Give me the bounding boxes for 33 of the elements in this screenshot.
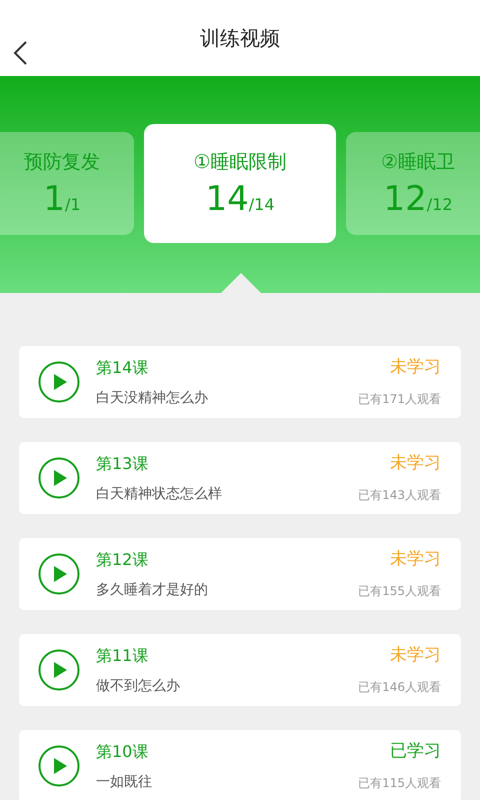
view-count: 已有115人观看 — [358, 774, 441, 792]
lesson-title: 做不到怎么办 — [96, 677, 180, 696]
lesson-card[interactable]: 第11课 未学习 做不到怎么办 已有146人观看 — [19, 634, 461, 706]
module-tab[interactable]: ①睡眠限制 14/14 — [144, 124, 336, 243]
lesson-number: 第14课 — [96, 356, 148, 378]
lesson-number: 第13课 — [96, 452, 148, 474]
lesson-number: 第12课 — [96, 548, 148, 570]
pointer-arrow — [221, 273, 261, 293]
study-status: 未学习 — [390, 452, 441, 475]
lesson-title: 多久睡着才是好的 — [96, 581, 208, 600]
study-status: 未学习 — [390, 356, 441, 379]
view-count: 已有146人观看 — [358, 678, 441, 696]
lesson-number: 第11课 — [96, 644, 148, 666]
study-status: 已学习 — [390, 740, 441, 763]
study-status: 未学习 — [390, 644, 441, 667]
play-icon — [38, 361, 80, 403]
lesson-card[interactable]: 第10课 已学习 一如既往 已有115人观看 — [19, 730, 461, 800]
lesson-title: 白天精神状态怎么样 — [96, 485, 222, 504]
view-count: 已有171人观看 — [358, 390, 441, 408]
play-icon — [38, 745, 80, 787]
play-icon — [38, 457, 80, 499]
page-title: 训练视频 — [200, 25, 280, 52]
lesson-card[interactable]: 第13课 未学习 白天精神状态怎么样 已有143人观看 — [19, 442, 461, 514]
lesson-title: 一如既往 — [96, 773, 152, 792]
lesson-card[interactable]: 第14课 未学习 白天没精神怎么办 已有171人观看 — [19, 346, 461, 418]
view-count: 已有143人观看 — [358, 486, 441, 504]
lesson-card[interactable]: 第12课 未学习 多久睡着才是好的 已有155人观看 — [19, 538, 461, 610]
play-icon — [38, 553, 80, 595]
lesson-number: 第10课 — [96, 740, 148, 762]
lesson-title: 白天没精神怎么办 — [96, 389, 208, 408]
study-status: 未学习 — [390, 548, 441, 571]
play-icon — [38, 649, 80, 691]
view-count: 已有155人观看 — [358, 582, 441, 600]
